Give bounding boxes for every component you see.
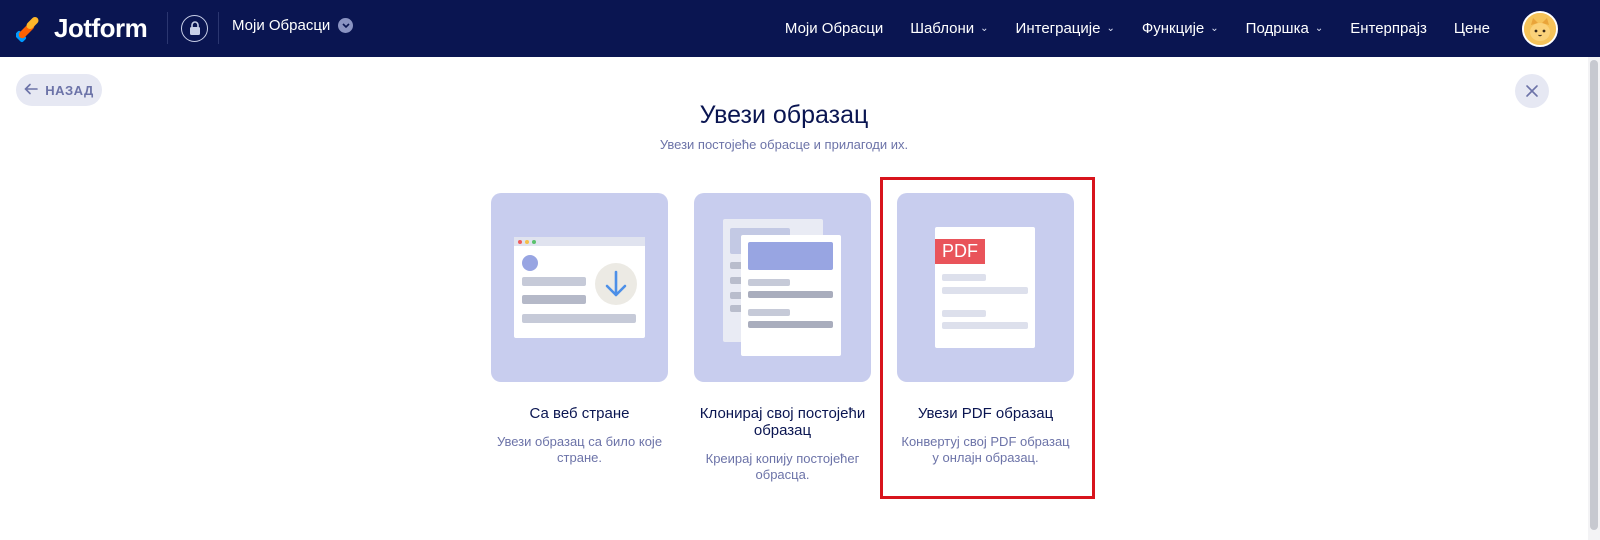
doc-header-block <box>748 242 833 270</box>
pdf-badge: PDF <box>935 239 985 264</box>
clone-form-illustration <box>694 193 871 382</box>
enterprise-lock-badge[interactable] <box>181 15 208 42</box>
my-forms-dropdown[interactable]: Моји Обрасци <box>232 17 354 34</box>
nav-features[interactable]: Функције ⌄ <box>1142 20 1219 37</box>
lock-icon <box>189 21 200 35</box>
window-dot <box>532 240 536 244</box>
page-subtitle: Увези постојеће обрасце и прилагоди их. <box>659 137 909 152</box>
chevron-down-icon: ⌄ <box>1106 23 1115 34</box>
text-line <box>522 295 586 304</box>
text-line <box>522 314 636 323</box>
chevron-down-icon <box>338 18 354 33</box>
text-line <box>748 279 790 286</box>
text-line <box>942 310 986 317</box>
option-card-from-web[interactable]: Са веб стране Увези образац са било које… <box>491 193 668 466</box>
text-line <box>942 274 986 281</box>
nav-my-forms[interactable]: Моји Обрасци <box>785 20 883 37</box>
option-card-import-pdf[interactable]: PDF Увези PDF образац Конвертуј свој PDF… <box>897 193 1074 466</box>
brand-name: Jotform <box>54 13 148 43</box>
nav-integrations[interactable]: Интеграције ⌄ <box>1016 20 1115 37</box>
top-navigation-bar: Jotform Моји Обрасци Моји Обрасци Шаблон… <box>0 0 1600 57</box>
nav-support[interactable]: Подршка ⌄ <box>1246 20 1324 37</box>
option-description: Увези образац са било које стране. <box>496 434 663 465</box>
text-line <box>748 309 790 316</box>
text-line <box>748 321 833 328</box>
avatar-cat-icon <box>1524 13 1556 45</box>
option-card-clone-form[interactable]: Клонирај свој постојећи образац Креирај … <box>694 193 871 483</box>
text-line <box>748 291 833 298</box>
main-nav: Моји Обрасци Шаблони ⌄ Интеграције ⌄ Функц… <box>758 0 1490 57</box>
chevron-down-icon: ⌄ <box>980 23 989 34</box>
chevron-down-icon: ⌄ <box>1210 23 1219 34</box>
page-title: Увези образац <box>699 101 869 129</box>
arrow-left-icon <box>24 82 39 98</box>
jotform-logo[interactable]: Jotform <box>16 13 148 44</box>
option-title: Клонирај свој постојећи образац <box>699 405 866 439</box>
jotform-logo-icon <box>16 16 41 42</box>
option-title: Са веб стране <box>529 405 630 422</box>
back-button-label: НАЗАД <box>45 82 94 98</box>
close-icon <box>1526 85 1538 97</box>
user-avatar[interactable] <box>1522 11 1558 47</box>
text-line <box>942 287 1028 294</box>
pdf-form-illustration: PDF <box>897 193 1074 382</box>
download-circle <box>595 263 637 305</box>
window-dot <box>518 240 522 244</box>
text-line <box>942 322 1028 329</box>
text-line <box>522 277 586 286</box>
my-forms-dropdown-label: Моји Обрасци <box>232 17 331 34</box>
option-description: Креирај копију постојећег обрасца. <box>705 451 860 482</box>
nav-pricing[interactable]: Цене <box>1454 20 1490 37</box>
nav-enterprise[interactable]: Ентерпрајз <box>1350 20 1427 37</box>
option-title: Увези PDF образац <box>917 405 1054 422</box>
web-page-illustration <box>491 193 668 382</box>
chevron-down-icon: ⌄ <box>1314 23 1324 34</box>
header-divider <box>167 12 168 44</box>
avatar-placeholder <box>522 255 538 271</box>
option-description: Конвертуј свој PDF образац у онлајн обра… <box>901 434 1070 465</box>
download-arrow-icon <box>605 270 627 297</box>
window-dot <box>525 240 529 244</box>
header-divider <box>218 12 219 44</box>
page-scrollbar-thumb[interactable] <box>1590 60 1598 530</box>
nav-templates[interactable]: Шаблони ⌄ <box>910 20 988 37</box>
